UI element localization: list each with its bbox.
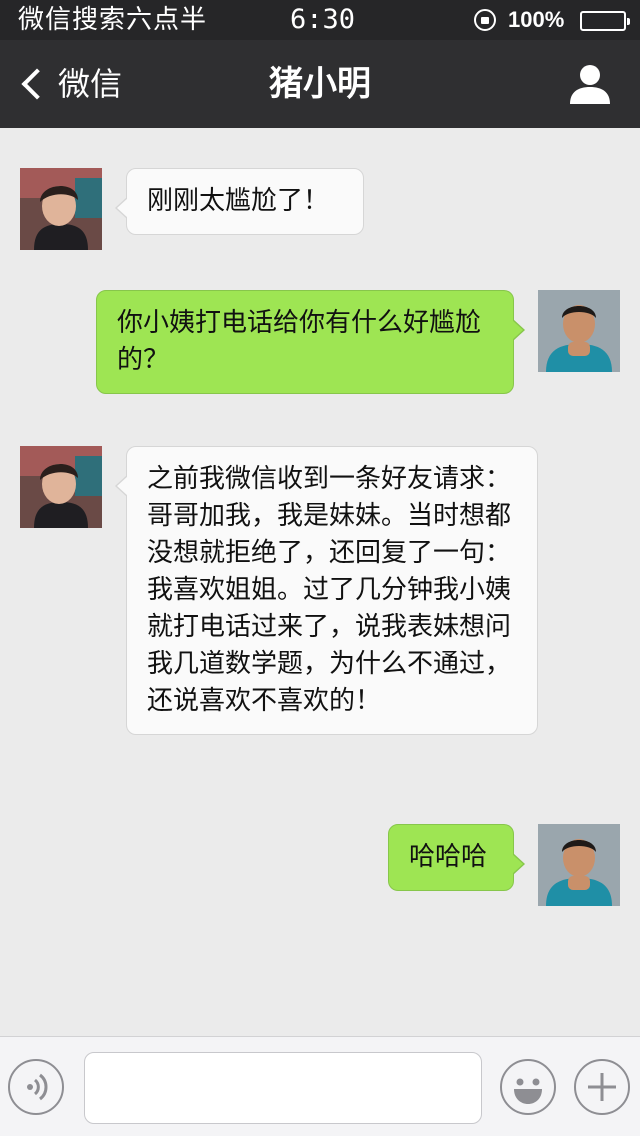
chevron-left-icon: [21, 68, 53, 100]
message-text: 刚刚太尴尬了！: [147, 186, 330, 216]
my-avatar[interactable]: [538, 824, 620, 906]
battery-icon: [580, 11, 630, 31]
chat-title: 猪小明: [269, 64, 371, 104]
plus-icon: [588, 1073, 616, 1101]
my-avatar[interactable]: [538, 290, 620, 372]
contact-avatar[interactable]: [20, 168, 102, 250]
rotation-lock-icon: [474, 9, 496, 31]
carrier-label: 微信搜索六点半: [18, 5, 208, 35]
profile-icon[interactable]: [568, 62, 612, 106]
status-bar: 微信搜索六点半 6:30 100%: [0, 0, 640, 40]
emoji-button[interactable]: [500, 1059, 556, 1115]
voice-button[interactable]: [8, 1059, 64, 1115]
emoji-icon: [514, 1078, 542, 1104]
chat-area[interactable]: 刚刚太尴尬了！ 你小姨打电话给你有什么好尴尬的？ 之前我微信收到一条好友请求：哥…: [0, 128, 640, 1036]
message-bubble-outgoing[interactable]: 哈哈哈: [388, 824, 525, 891]
input-bar: [0, 1036, 640, 1136]
message-text: 之前我微信收到一条好友请求：哥哥加我，我是妹妹。当时想都没想就拒绝了，还回复了一…: [147, 464, 512, 716]
back-label: 微信: [58, 65, 123, 103]
back-button[interactable]: 微信: [16, 60, 122, 108]
nav-bar: 微信 猪小明: [0, 40, 640, 128]
voice-icon: [27, 1073, 48, 1101]
contact-avatar[interactable]: [20, 446, 102, 528]
message-bubble-outgoing[interactable]: 你小姨打电话给你有什么好尴尬的？: [96, 290, 525, 394]
message-text: 你小姨打电话给你有什么好尴尬的？: [117, 308, 482, 375]
add-button[interactable]: [574, 1059, 630, 1115]
message-text: 哈哈哈: [409, 842, 488, 872]
status-time: 6:30: [290, 4, 356, 35]
message-bubble-incoming[interactable]: 之前我微信收到一条好友请求：哥哥加我，我是妹妹。当时想都没想就拒绝了，还回复了一…: [115, 446, 538, 735]
message-bubble-incoming[interactable]: 刚刚太尴尬了！: [115, 168, 364, 235]
battery-percent: 100%: [508, 7, 565, 32]
message-input[interactable]: [84, 1052, 482, 1124]
